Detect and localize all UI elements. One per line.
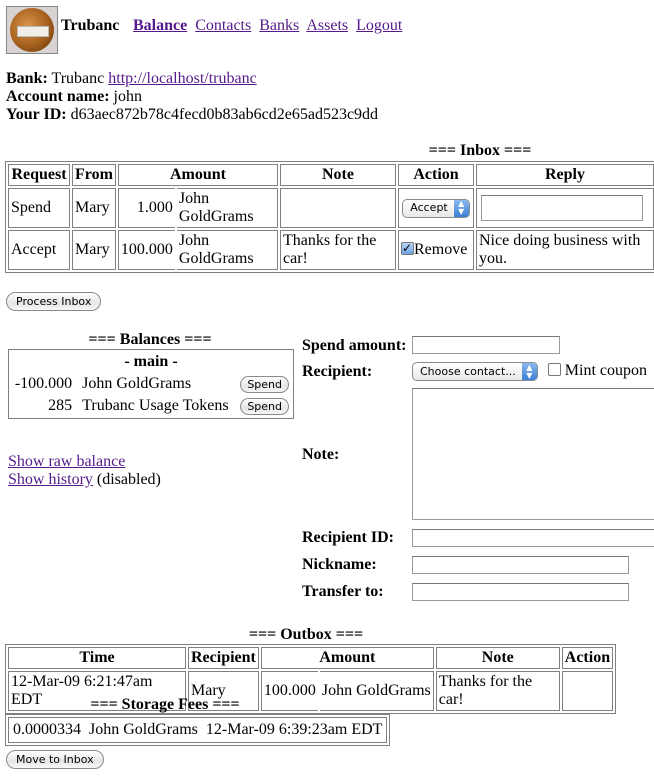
- balance-amount: -100.000: [14, 375, 73, 392]
- nav-assets[interactable]: Assets: [306, 17, 348, 34]
- reply-cell: [476, 188, 654, 228]
- balances-title: === Balances ===: [88, 331, 212, 348]
- balance-links: Show raw balance Show history (disabled): [8, 453, 161, 489]
- select-arrows-icon: ▲ ▼: [453, 199, 469, 217]
- storage-fee-row: 0.0000334 John GoldGrams 12-Mar-09 6:39:…: [8, 717, 388, 743]
- outbox-header-row: Time Recipient Amount Note Action: [8, 647, 614, 669]
- recipient-id-input[interactable]: [412, 529, 654, 547]
- amount-cell: 1.000: [117, 188, 175, 228]
- col-amount: Amount: [260, 647, 434, 669]
- col-reply: Reply: [476, 164, 654, 186]
- gold-coin-icon: [10, 8, 54, 52]
- mint-coupon-checkbox[interactable]: [547, 363, 561, 376]
- col-time: Time: [8, 647, 186, 669]
- reply-textarea[interactable]: [481, 195, 643, 221]
- fee-time: 12-Mar-09 6:39:23am EDT: [205, 721, 383, 738]
- note-cell: Thanks for the car!: [280, 230, 396, 270]
- fee-amount: 0.0000334: [13, 721, 81, 738]
- note-cell: [280, 188, 396, 228]
- history-disabled-note: (disabled): [96, 471, 161, 488]
- trubanc-logo: [6, 6, 58, 54]
- note-label: Note:: [302, 446, 340, 463]
- recipient-label: Recipient:: [302, 363, 373, 380]
- from-cell: Mary: [72, 230, 116, 270]
- show-history-link[interactable]: Show history: [8, 471, 93, 488]
- bank-label: Bank:: [6, 70, 48, 87]
- balances-table: - main - -100.000 John GoldGrams Spend 2…: [8, 349, 294, 419]
- recipient-controls: Choose contact... ▲ ▼ Mint coupon: [412, 362, 647, 381]
- move-to-inbox-button[interactable]: Move to Inbox: [6, 750, 104, 769]
- action-cell: Remove: [398, 230, 474, 270]
- account-name: john: [113, 88, 142, 105]
- action-cell: Accept ▲ ▼: [398, 188, 474, 228]
- inbox-row: Accept Mary 100.000 John GoldGrams Thank…: [8, 230, 654, 270]
- from-cell: Mary: [72, 188, 116, 228]
- transfer-to-input[interactable]: [412, 583, 629, 601]
- nav-contacts[interactable]: Contacts: [195, 17, 251, 34]
- balance-asset: Trubanc Usage Tokens: [82, 397, 229, 414]
- process-inbox-button[interactable]: Process Inbox: [6, 292, 102, 311]
- nav-logout[interactable]: Logout: [356, 17, 402, 34]
- show-raw-balance-link[interactable]: Show raw balance: [8, 453, 125, 470]
- col-action: Action: [561, 647, 614, 669]
- balance-row: 285 Trubanc Usage Tokens Spend: [11, 396, 291, 416]
- asset-cell: John GoldGrams: [176, 230, 278, 270]
- remove-checkbox[interactable]: [401, 239, 414, 257]
- col-note: Note: [280, 164, 396, 186]
- transfer-to-label: Transfer to:: [302, 583, 384, 600]
- nickname-input[interactable]: [412, 556, 629, 574]
- action-select[interactable]: Accept ▲ ▼: [402, 198, 470, 218]
- asset-cell: John GoldGrams: [319, 671, 434, 711]
- your-id-label: Your ID:: [6, 106, 67, 123]
- fee-asset: John GoldGrams: [89, 721, 198, 738]
- spend-amount-input[interactable]: [412, 336, 560, 354]
- storage-fees-title: === Storage Fees ===: [90, 696, 240, 713]
- remove-label: Remove: [414, 241, 468, 258]
- account-name-label: Account name:: [6, 88, 110, 105]
- inbox-row: Spend Mary 1.000 John GoldGrams Accept ▲…: [8, 188, 654, 228]
- col-recipient: Recipient: [188, 647, 259, 669]
- spend-button[interactable]: Spend: [240, 398, 289, 415]
- inbox-title: === Inbox ===: [428, 142, 532, 159]
- note-cell: Thanks for the car!: [435, 671, 560, 711]
- col-from: From: [72, 164, 116, 186]
- col-amount: Amount: [117, 164, 278, 186]
- nav-banks[interactable]: Banks: [259, 17, 299, 34]
- balance-asset: John GoldGrams: [82, 375, 192, 392]
- brand-name: Trubanc: [61, 17, 120, 34]
- col-note: Note: [435, 647, 560, 669]
- request-cell: Spend: [8, 188, 70, 228]
- main-nav: Balance Contacts Banks Assets Logout: [133, 17, 406, 35]
- col-action: Action: [398, 164, 474, 186]
- inbox-table: Request From Amount Note Action Reply Sp…: [5, 161, 654, 273]
- account-info: Bank: Trubanc http://localhost/trubanc A…: [6, 70, 378, 124]
- mint-coupon-label: Mint coupon: [564, 362, 647, 379]
- note-textarea[interactable]: [412, 388, 654, 520]
- amount-cell: 100.000: [117, 230, 175, 270]
- nickname-label: Nickname:: [302, 556, 377, 573]
- recipient-id-label: Recipient ID:: [302, 529, 394, 546]
- your-id-value: d63aec872b78c4fecd0b83ab6cd2e65ad523c9dd: [70, 106, 379, 123]
- col-request: Request: [8, 164, 70, 186]
- storage-fee-cell: 0.0000334 John GoldGrams 12-Mar-09 6:39:…: [8, 717, 388, 743]
- request-cell: Accept: [8, 230, 70, 270]
- asset-cell: John GoldGrams: [176, 188, 278, 228]
- nav-balance[interactable]: Balance: [133, 17, 187, 34]
- balance-row: -100.000 John GoldGrams Spend: [11, 374, 291, 394]
- spend-button[interactable]: Spend: [240, 376, 289, 393]
- storage-fees-table: 0.0000334 John GoldGrams 12-Mar-09 6:39:…: [5, 714, 391, 746]
- action-cell: [561, 671, 614, 711]
- spend-amount-label: Spend amount:: [302, 337, 407, 354]
- bank-name: Trubanc: [51, 70, 105, 87]
- bank-url-link[interactable]: http://localhost/trubanc: [108, 70, 256, 87]
- reply-cell: Nice doing business with you.: [476, 230, 654, 270]
- select-arrows-icon: ▲ ▼: [521, 363, 537, 380]
- outbox-title: === Outbox ===: [248, 626, 364, 643]
- recipient-select[interactable]: Choose contact... ▲ ▼: [412, 362, 538, 381]
- balance-group-title: - main -: [124, 353, 178, 370]
- balance-amount: 285: [48, 397, 73, 414]
- inbox-header-row: Request From Amount Note Action Reply: [8, 164, 654, 186]
